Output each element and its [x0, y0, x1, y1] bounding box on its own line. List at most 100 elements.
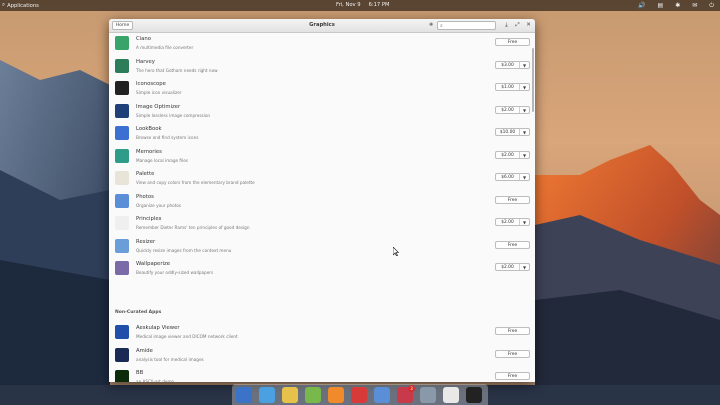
buy-button[interactable]: $2.00 ▼ [495, 263, 530, 271]
app-row[interactable]: Image Optimizer Simple lossless image com… [109, 101, 535, 123]
app-row[interactable]: Harvey The hero that Gotham needs right n… [109, 56, 535, 78]
chevron-down-icon[interactable]: ▼ [520, 107, 529, 113]
app-row[interactable]: Ciano A multimedia file converter Free [109, 33, 535, 55]
price-label[interactable]: $2.00 [496, 219, 520, 225]
maximize-icon[interactable]: ⤢ [514, 21, 521, 30]
app-row[interactable]: Memories Manage local image files $2.00 ▼ [109, 146, 535, 168]
aeskulap-icon [115, 325, 129, 339]
app-description: Remember Dieter Rams' ten principles of … [136, 225, 250, 230]
image-optimizer-icon [115, 103, 129, 118]
appcenter-icon[interactable]: 3 [397, 385, 415, 403]
app-description: Browse and find system icons [136, 135, 199, 140]
buy-button[interactable]: $2.00 ▼ [495, 150, 530, 159]
app-description: Simple lossless image compression [136, 112, 211, 118]
mail-icon[interactable] [282, 387, 298, 403]
price-label[interactable]: $2.00 [496, 151, 520, 158]
close-icon[interactable]: ✕ [525, 21, 532, 30]
section-heading: Non-Curated Apps [115, 310, 162, 315]
chevron-down-icon[interactable]: ▼ [520, 264, 529, 270]
app-description: View and copy colors from the elementary… [136, 180, 255, 185]
install-free-button[interactable]: Free [495, 327, 530, 335]
app-row[interactable]: Principles Remember Dieter Rams' ten prin… [109, 213, 535, 235]
app-name: Image Optimizer [136, 103, 181, 110]
app-description: The hero that Gotham needs right now [136, 67, 218, 73]
app-name: Aeskulap Viewer [136, 325, 180, 331]
buy-button[interactable]: $2.00 ▼ [495, 218, 530, 226]
chevron-down-icon[interactable]: ▼ [520, 84, 529, 90]
network-icon[interactable]: ▤ [658, 2, 664, 10]
search-icon: ⌕ [2, 2, 6, 8]
search-input[interactable]: ⌕ [437, 21, 496, 30]
resizer-icon [115, 238, 129, 253]
price-label[interactable]: $6.00 [496, 174, 520, 180]
notification-badge: 3 [408, 385, 415, 392]
principles-icon [115, 216, 129, 230]
chevron-down-icon[interactable]: ▼ [520, 152, 529, 158]
download-icon[interactable]: ⤓ [503, 21, 510, 30]
bluetooth-icon[interactable]: ✱ [675, 2, 680, 10]
price-label[interactable]: $2.00 [496, 264, 520, 270]
iconoscope-icon [115, 81, 129, 95]
buy-button[interactable]: $1.00 ▼ [495, 83, 530, 91]
applications-label: Applications [7, 2, 39, 9]
app-row[interactable]: Resizer Quickly resize images from the co… [109, 236, 535, 258]
notifications-icon[interactable]: ✉ [692, 2, 697, 10]
app-name: Principles [136, 216, 162, 222]
chevron-down-icon[interactable]: ▼ [520, 174, 529, 180]
volume-icon[interactable]: 🔊 [638, 2, 645, 10]
applications-menu[interactable]: ⌕ Applications [2, 2, 39, 9]
buy-button[interactable]: $10.00 ▼ [495, 128, 530, 136]
date-time-indicator[interactable]: Fri, Nov 9 6:17 PM [336, 2, 389, 8]
date-label: Fri, Nov 9 [336, 2, 361, 8]
lookbook-icon [115, 126, 129, 140]
videos-icon[interactable] [351, 387, 367, 403]
chevron-down-icon[interactable]: ▼ [520, 129, 529, 135]
buy-button[interactable]: $3.00 ▼ [495, 60, 530, 69]
install-free-button[interactable]: Free [495, 38, 530, 46]
power-icon[interactable]: ⏻ [709, 2, 714, 10]
bb-icon [115, 370, 129, 382]
buy-button[interactable]: $6.00 ▼ [495, 173, 530, 181]
app-description: A multimedia file converter [136, 45, 194, 50]
app-row[interactable]: Iconoscope Simple icon visualizer $1.00 ▼ [109, 78, 535, 100]
install-free-button[interactable]: Free [495, 195, 530, 204]
multitasking-view-icon[interactable] [236, 387, 252, 403]
files-icon[interactable] [443, 387, 459, 403]
app-name: LookBook [136, 126, 162, 132]
app-row[interactable]: LookBook Browse and find system icons $10.… [109, 123, 535, 145]
app-description: Manage local image files [136, 157, 188, 163]
price-label[interactable]: $2.00 [496, 106, 520, 113]
app-name: Photos [136, 193, 154, 200]
settings-icon[interactable] [420, 387, 436, 403]
install-free-button[interactable]: Free [495, 240, 530, 249]
appcenter-window: Home Graphics ✺ ⌕ ⤓ ⤢ ✕ Ciano A multimedi… [109, 19, 535, 382]
top-panel: ⌕ Applications Fri, Nov 9 6:17 PM 🔊 ▤ ✱ … [0, 0, 720, 11]
price-label[interactable]: $10.00 [496, 129, 520, 135]
photos-icon[interactable] [374, 387, 390, 403]
app-row[interactable]: Photos Organize your photos Free [109, 191, 535, 213]
system-tray: 🔊 ▤ ✱ ✉ ⏻ [638, 2, 714, 10]
web-browser-icon[interactable] [259, 387, 275, 403]
app-description: Quickly resize images from the context m… [136, 247, 232, 253]
price-label[interactable]: $3.00 [496, 61, 520, 68]
app-name: Memories [136, 148, 162, 155]
harvey-icon [115, 58, 129, 73]
app-row[interactable]: Wallpaperize Beautify your oddly-sized wa… [109, 258, 535, 280]
app-row[interactable]: BB an ASCII-art demo Free [109, 367, 535, 382]
buy-button[interactable]: $2.00 ▼ [495, 105, 530, 114]
palette-icon [115, 171, 129, 185]
app-list: Ciano A multimedia file converter Free Harv… [109, 33, 535, 382]
chevron-down-icon[interactable]: ▼ [520, 62, 529, 68]
app-row[interactable]: Palette View and copy colors from the ele… [109, 168, 535, 190]
app-row[interactable]: Amide analysis tool for medical images Fre… [109, 345, 535, 367]
calendar-icon[interactable] [305, 387, 321, 403]
music-icon[interactable] [328, 387, 344, 403]
app-name: Amide [136, 347, 153, 354]
app-description: an ASCII-art demo [136, 379, 175, 382]
install-free-button[interactable]: Free [495, 372, 530, 380]
chevron-down-icon[interactable]: ▼ [520, 219, 529, 225]
price-label[interactable]: $1.00 [496, 84, 520, 90]
terminal-icon[interactable] [466, 387, 482, 403]
install-free-button[interactable]: Free [495, 349, 530, 358]
app-row[interactable]: Aeskulap Viewer Medical image viewer and … [109, 322, 535, 344]
